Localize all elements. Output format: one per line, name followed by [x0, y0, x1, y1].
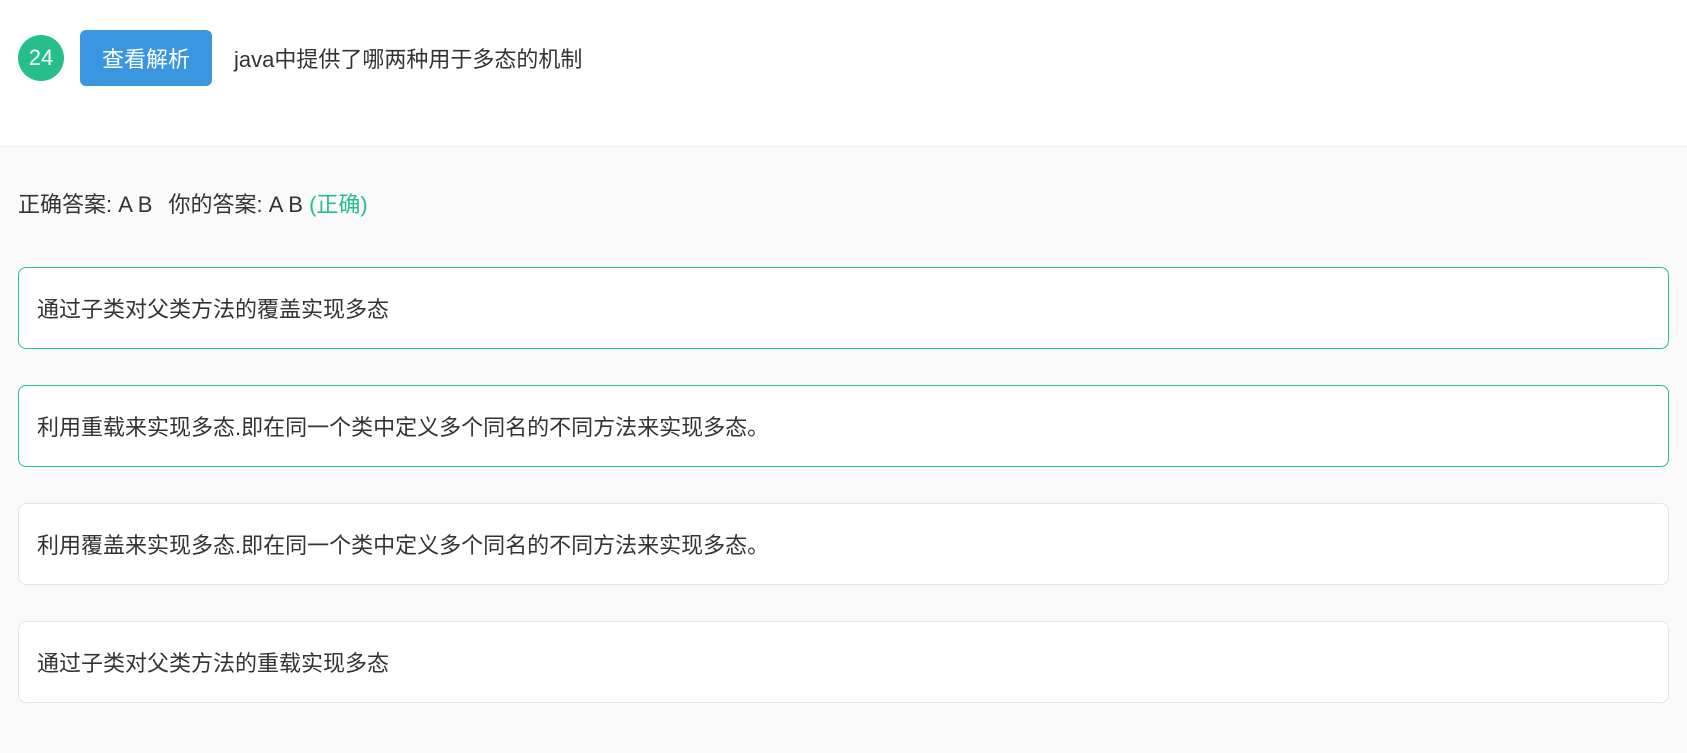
option-a[interactable]: 通过子类对父类方法的覆盖实现多态: [18, 267, 1669, 349]
question-header: 24 查看解析 java中提供了哪两种用于多态的机制: [0, 0, 1687, 146]
question-text: java中提供了哪两种用于多态的机制: [234, 42, 582, 74]
question-number-text: 24: [29, 45, 53, 71]
option-text: 利用覆盖来实现多态.即在同一个类中定义多个同名的不同方法来实现多态。: [37, 533, 769, 558]
option-text: 通过子类对父类方法的重载实现多态: [37, 651, 389, 676]
your-answer-prefix: 你的答案:: [168, 192, 268, 217]
option-text: 利用重载来实现多态.即在同一个类中定义多个同名的不同方法来实现多态。: [37, 415, 769, 440]
option-c[interactable]: 利用覆盖来实现多态.即在同一个类中定义多个同名的不同方法来实现多态。: [18, 503, 1669, 585]
answer-section: 正确答案: A B你的答案: A B (正确) 通过子类对父类方法的覆盖实现多态…: [0, 146, 1687, 753]
view-analysis-label: 查看解析: [102, 47, 190, 72]
answer-status-tag: (正确): [309, 192, 368, 217]
option-text: 通过子类对父类方法的覆盖实现多态: [37, 297, 389, 322]
view-analysis-button[interactable]: 查看解析: [80, 30, 212, 86]
correct-answer-value: A B: [118, 192, 152, 217]
correct-answer-prefix: 正确答案:: [18, 192, 118, 217]
question-number-badge: 24: [18, 35, 64, 81]
answer-summary: 正确答案: A B你的答案: A B (正确): [18, 187, 1669, 219]
option-d[interactable]: 通过子类对父类方法的重载实现多态: [18, 621, 1669, 703]
option-b[interactable]: 利用重载来实现多态.即在同一个类中定义多个同名的不同方法来实现多态。: [18, 385, 1669, 467]
your-answer-value: A B: [269, 192, 303, 217]
